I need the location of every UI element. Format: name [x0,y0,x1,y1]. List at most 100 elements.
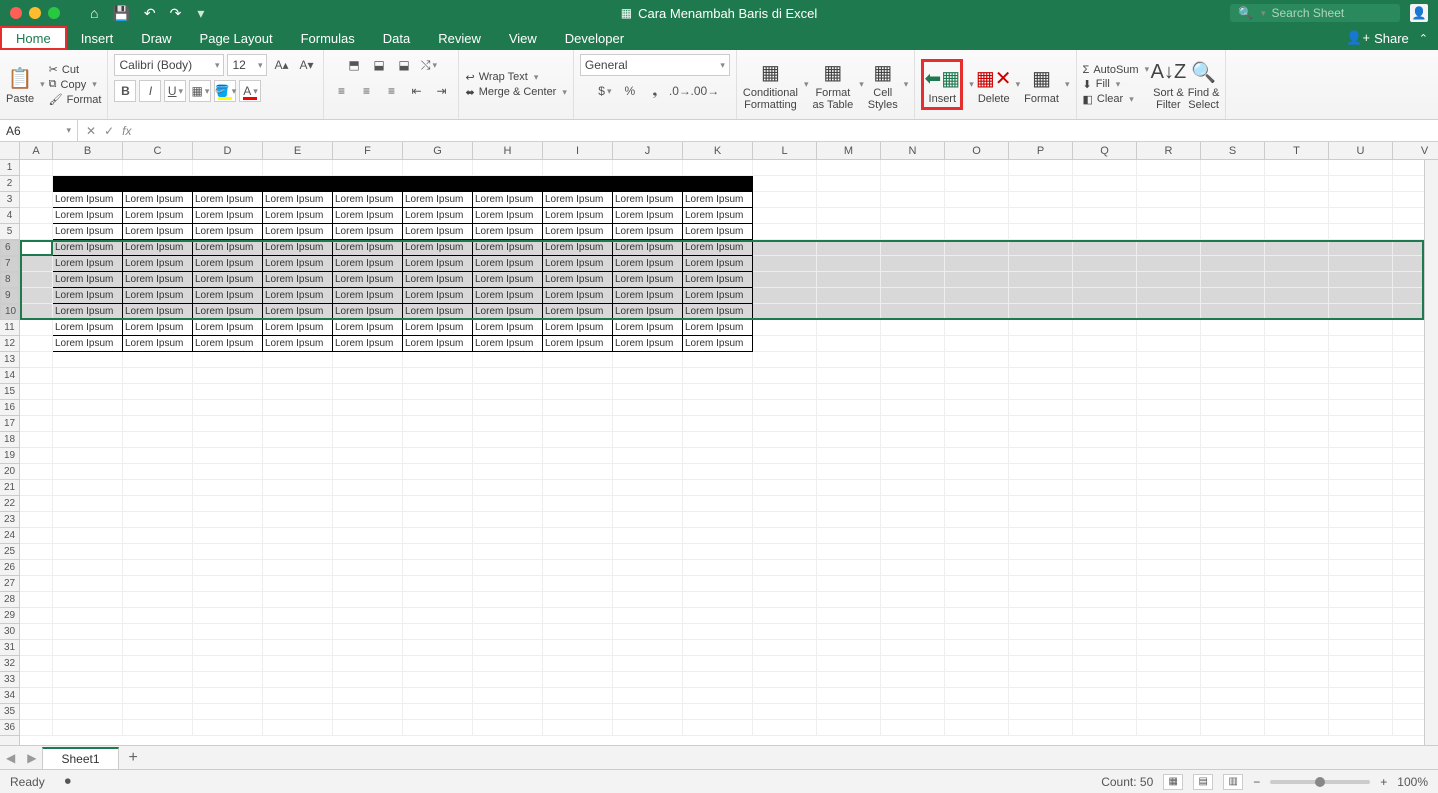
cell[interactable] [20,368,53,384]
cell[interactable] [1329,176,1393,192]
cell[interactable] [1265,336,1329,352]
cell[interactable] [123,496,193,512]
cell[interactable] [1329,288,1393,304]
cell[interactable] [881,208,945,224]
align-top-icon[interactable]: ⬒ [343,54,365,76]
cell[interactable] [945,608,1009,624]
column-header[interactable]: T [1265,142,1329,159]
cell[interactable] [333,176,403,192]
cell[interactable] [263,528,333,544]
cell[interactable] [881,464,945,480]
cell[interactable]: Lorem Ipsum [263,304,333,320]
cell[interactable] [817,608,881,624]
cell[interactable] [1009,160,1073,176]
row-header[interactable]: 14 [0,368,19,384]
column-header[interactable]: B [53,142,123,159]
cell[interactable] [53,624,123,640]
cell[interactable] [945,544,1009,560]
cell[interactable] [945,304,1009,320]
cell[interactable]: Lorem Ipsum [193,256,263,272]
cell[interactable] [945,688,1009,704]
cell[interactable] [53,416,123,432]
cell[interactable]: Lorem Ipsum [543,320,613,336]
cell[interactable] [1201,544,1265,560]
cell[interactable] [1265,384,1329,400]
cell[interactable] [945,240,1009,256]
cell[interactable]: Lorem Ipsum [123,288,193,304]
row-header[interactable]: 23 [0,512,19,528]
row-header[interactable]: 7 [0,256,19,272]
cell[interactable] [53,720,123,736]
cell[interactable] [881,192,945,208]
cell[interactable] [333,704,403,720]
cell[interactable] [945,656,1009,672]
cell[interactable]: Lorem Ipsum [613,192,683,208]
search-dropdown-icon[interactable]: ▾ [1261,8,1266,19]
cell[interactable] [1265,208,1329,224]
cell[interactable] [1073,288,1137,304]
confirm-formula-icon[interactable]: ✓ [104,124,114,138]
cell[interactable] [1073,688,1137,704]
cell[interactable] [1265,624,1329,640]
cell[interactable]: Lorem Ipsum [683,304,753,320]
cell[interactable] [473,464,543,480]
cell[interactable] [1201,560,1265,576]
cell[interactable] [263,400,333,416]
cell[interactable] [1329,688,1393,704]
cell[interactable] [1073,608,1137,624]
cell[interactable] [1137,256,1201,272]
cell[interactable] [193,592,263,608]
cell[interactable] [53,688,123,704]
cell[interactable] [613,656,683,672]
cell[interactable] [613,368,683,384]
cell[interactable] [1137,480,1201,496]
cell[interactable] [1201,672,1265,688]
cell[interactable] [881,176,945,192]
cell[interactable]: Lorem Ipsum [683,224,753,240]
cell[interactable] [1265,528,1329,544]
cell[interactable] [473,512,543,528]
cell[interactable] [753,224,817,240]
cell[interactable] [333,608,403,624]
minimize-window-button[interactable] [29,7,41,19]
cell[interactable] [945,480,1009,496]
cell[interactable] [1073,432,1137,448]
cell[interactable] [333,656,403,672]
cell[interactable]: Lorem Ipsum [613,208,683,224]
cell[interactable] [1009,608,1073,624]
cell[interactable] [881,592,945,608]
cell[interactable] [20,432,53,448]
cell[interactable] [123,464,193,480]
copy-button[interactable]: ⧉Copy▾ [49,78,102,91]
cell[interactable] [753,192,817,208]
cell[interactable] [53,464,123,480]
sort-filter-button[interactable]: A↓Z Sort & Filter [1153,58,1184,111]
cell[interactable] [473,368,543,384]
cell[interactable] [543,608,613,624]
cell[interactable]: Lorem Ipsum [193,272,263,288]
cell[interactable] [53,352,123,368]
cell[interactable] [1265,672,1329,688]
cell[interactable] [881,576,945,592]
cell[interactable] [817,432,881,448]
cell[interactable] [613,608,683,624]
cell[interactable] [1201,160,1265,176]
cell[interactable] [945,384,1009,400]
cell[interactable] [53,368,123,384]
cell[interactable] [263,384,333,400]
cell[interactable]: Lorem Ipsum [193,224,263,240]
border-button[interactable]: ▦▾ [189,80,211,102]
row-header[interactable]: 4 [0,208,19,224]
cell[interactable] [333,464,403,480]
name-box[interactable]: A6 ▾ [0,120,78,141]
cell[interactable] [20,624,53,640]
cell[interactable] [20,640,53,656]
cell[interactable]: Lorem Ipsum [333,288,403,304]
cell[interactable] [473,688,543,704]
cell[interactable] [543,512,613,528]
cell[interactable] [20,512,53,528]
column-header[interactable]: O [945,142,1009,159]
cell[interactable] [1137,496,1201,512]
cell[interactable] [20,688,53,704]
cell[interactable] [753,240,817,256]
